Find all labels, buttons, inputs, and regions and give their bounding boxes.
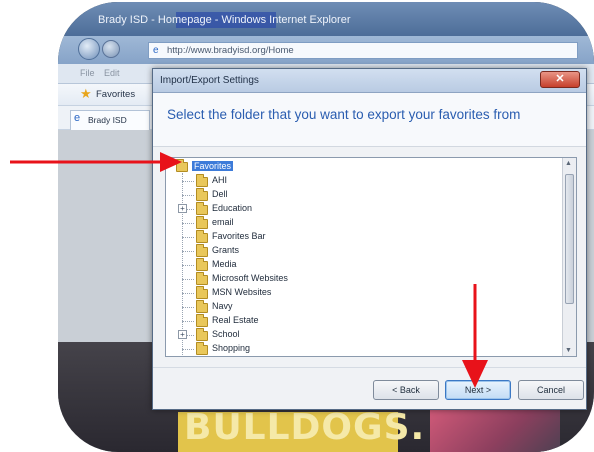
tree-folder-label: Navy — [212, 301, 233, 311]
close-icon[interactable]: ✕ — [540, 71, 580, 88]
tree-folder-item[interactable]: Grants — [166, 244, 546, 258]
annotation-arrow-down-icon — [462, 284, 488, 388]
tree-folder-item[interactable]: Dell — [166, 188, 546, 202]
tree-guide-branch — [182, 181, 194, 182]
dialog-heading: Select the folder that you want to expor… — [167, 107, 521, 122]
tree-guide-branch — [182, 251, 194, 252]
tree-folder-item[interactable]: AHI — [166, 174, 546, 188]
annotation-arrow-right-icon — [10, 152, 182, 172]
expand-icon[interactable]: + — [178, 204, 187, 213]
folder-tree[interactable]: Favorites AHI Dell + Education email Favorites… — [165, 157, 577, 357]
folder-icon — [196, 230, 208, 243]
folder-icon — [196, 272, 208, 285]
ie-e-icon: e — [74, 112, 81, 124]
dialog-header: Select the folder that you want to expor… — [153, 93, 586, 147]
folder-icon — [196, 314, 208, 327]
address-text: http://www.bradyisd.org/Home — [167, 45, 294, 56]
tree-root-item[interactable]: Favorites — [166, 159, 546, 174]
tree-guide-branch — [182, 307, 194, 308]
dialog-title: Import/Export Settings — [160, 75, 259, 86]
scroll-up-icon[interactable]: ▲ — [565, 160, 572, 167]
tree-folder-label: Media — [212, 259, 237, 269]
import-export-dialog: Import/Export Settings ✕ Select the fold… — [152, 68, 587, 410]
back-button[interactable]: < Back — [373, 380, 439, 400]
scroll-down-icon[interactable]: ▼ — [565, 347, 572, 354]
tree-folder-label: Favorites Bar — [212, 231, 266, 241]
browser-title: Brady ISD - Homepage - Windows Internet … — [98, 14, 351, 26]
folder-icon — [196, 174, 208, 187]
tree-folder-label: MSN Websites — [212, 287, 272, 297]
tree-folder-label: Microsoft Websites — [212, 273, 288, 283]
expand-icon[interactable]: + — [178, 330, 187, 339]
tree-root-label: Favorites — [192, 161, 234, 171]
menu-edit[interactable]: Edit — [104, 68, 120, 78]
folder-icon — [196, 258, 208, 271]
folder-icon — [196, 328, 208, 341]
bulldogs-text: BULLDOGS. — [184, 407, 426, 448]
tree-folder-item[interactable]: + Education — [166, 202, 546, 216]
tree-guide-branch — [182, 195, 194, 196]
tree-folder-item[interactable]: Media — [166, 258, 546, 272]
browser-tab-label: Brady ISD — [88, 115, 127, 125]
tree-folder-label: School — [212, 329, 240, 339]
menu-file[interactable]: File — [80, 68, 95, 78]
tree-guide-branch — [182, 293, 194, 294]
dialog-footer: < Back Next > Cancel — [153, 367, 586, 411]
folder-icon — [196, 244, 208, 257]
tree-folder-label: email — [212, 217, 234, 227]
tree-folder-label: Dell — [212, 189, 228, 199]
tree-folder-label: Real Estate — [212, 315, 259, 325]
tree-folder-label: AHI — [212, 175, 228, 185]
scroll-thumb[interactable] — [565, 174, 574, 304]
tree-guide-branch — [182, 349, 194, 350]
star-icon[interactable]: ★ — [80, 86, 92, 102]
tree-guide-branch — [182, 237, 194, 238]
tree-guide-branch — [182, 265, 194, 266]
folder-icon — [196, 286, 208, 299]
tree-scrollbar[interactable]: ▲ ▼ — [562, 158, 576, 356]
tree-folder-label: Grants — [212, 245, 240, 255]
folder-icon — [196, 216, 208, 229]
folder-icon — [196, 202, 208, 215]
tree-folder-item[interactable]: Favorites Bar — [166, 230, 546, 244]
folder-icon — [196, 342, 208, 355]
tree-guide-branch — [182, 223, 194, 224]
ie-e-icon: e — [153, 45, 159, 56]
forward-nav-icon[interactable] — [102, 40, 120, 58]
back-nav-icon[interactable] — [78, 38, 100, 60]
tree-folder-label: Shopping — [212, 343, 251, 353]
dialog-titlebar: Import/Export Settings ✕ — [153, 69, 586, 93]
address-bar[interactable]: e http://www.bradyisd.org/Home — [148, 42, 578, 59]
favorites-button[interactable]: Favorites — [96, 89, 135, 100]
folder-icon — [196, 188, 208, 201]
tree-guide-branch — [182, 279, 194, 280]
cancel-button[interactable]: Cancel — [518, 380, 584, 400]
tree-guide-branch — [182, 321, 194, 322]
folder-icon — [196, 300, 208, 313]
tree-content: Favorites AHI Dell + Education email Favorites… — [166, 158, 562, 356]
tree-folder-item[interactable]: email — [166, 216, 546, 230]
tree-folder-label: Education — [212, 203, 253, 213]
